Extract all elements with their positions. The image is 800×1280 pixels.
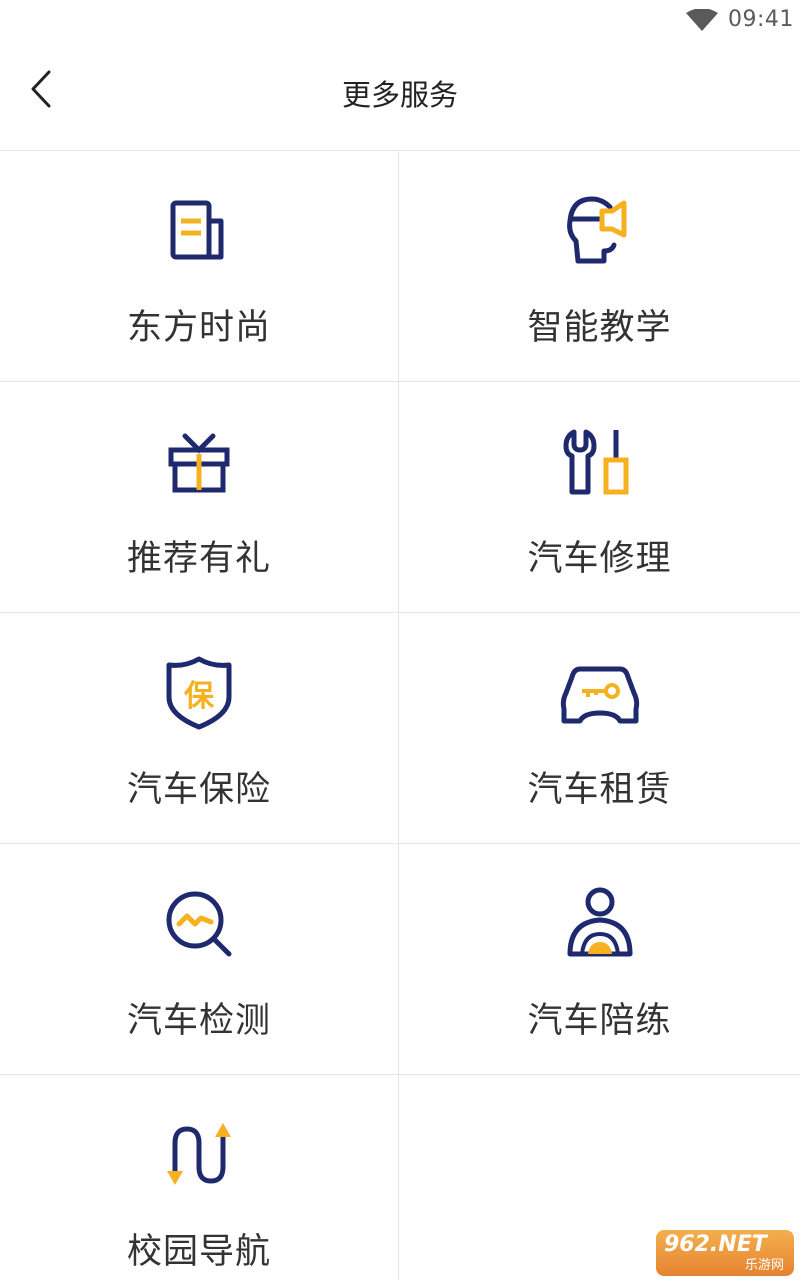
service-label: 校园导航 — [126, 1232, 271, 1272]
insurance-glyph: 保 — [184, 679, 215, 714]
service-item-driving-coach[interactable]: 汽车陪练 — [399, 844, 800, 1075]
service-label: 汽车保险 — [126, 770, 271, 810]
wifi-icon — [686, 8, 718, 31]
wrench-tools-icon — [558, 420, 642, 504]
car-key-icon — [558, 651, 642, 735]
service-label: 推荐有礼 — [126, 539, 271, 579]
nav-bar: 更多服务 — [0, 40, 800, 151]
route-navigation-icon — [157, 1113, 241, 1197]
service-label: 东方时尚 — [126, 308, 271, 348]
inspection-search-icon — [157, 882, 241, 966]
service-label: 汽车陪练 — [527, 1001, 672, 1041]
service-label: 汽车租赁 — [527, 770, 672, 810]
service-label: 智能教学 — [527, 308, 672, 348]
service-item-campus-navigation[interactable]: 校园导航 — [0, 1075, 399, 1280]
driver-wheel-icon — [558, 882, 642, 966]
service-item-fashion[interactable]: 东方时尚 — [0, 151, 399, 382]
news-icon — [157, 189, 241, 273]
service-item-smart-teaching[interactable]: 智能教学 — [399, 151, 800, 382]
shield-insurance-icon: 保 — [157, 651, 241, 735]
watermark-logo: 962.NET 乐游网 — [656, 1230, 794, 1276]
service-label: 汽车检测 — [126, 1001, 271, 1041]
service-label: 汽车修理 — [527, 539, 672, 579]
clock: 09:41 — [728, 7, 794, 32]
page-title: 更多服务 — [341, 78, 458, 112]
service-item-car-repair[interactable]: 汽车修理 — [399, 382, 800, 613]
gift-icon — [157, 420, 241, 504]
service-grid: 东方时尚 智能教学 推荐有礼 汽车修理 保 汽车保险 汽车租赁 汽车检测 汽车陪… — [0, 151, 800, 1280]
watermark-sub: 乐游网 — [744, 1258, 784, 1273]
service-item-referral[interactable]: 推荐有礼 — [0, 382, 399, 613]
smart-teaching-icon — [558, 189, 642, 273]
service-item-car-insurance[interactable]: 保 汽车保险 — [0, 613, 399, 844]
service-item-car-rental[interactable]: 汽车租赁 — [399, 613, 800, 844]
service-item-car-inspection[interactable]: 汽车检测 — [0, 844, 399, 1075]
status-bar: 09:41 — [0, 0, 800, 40]
